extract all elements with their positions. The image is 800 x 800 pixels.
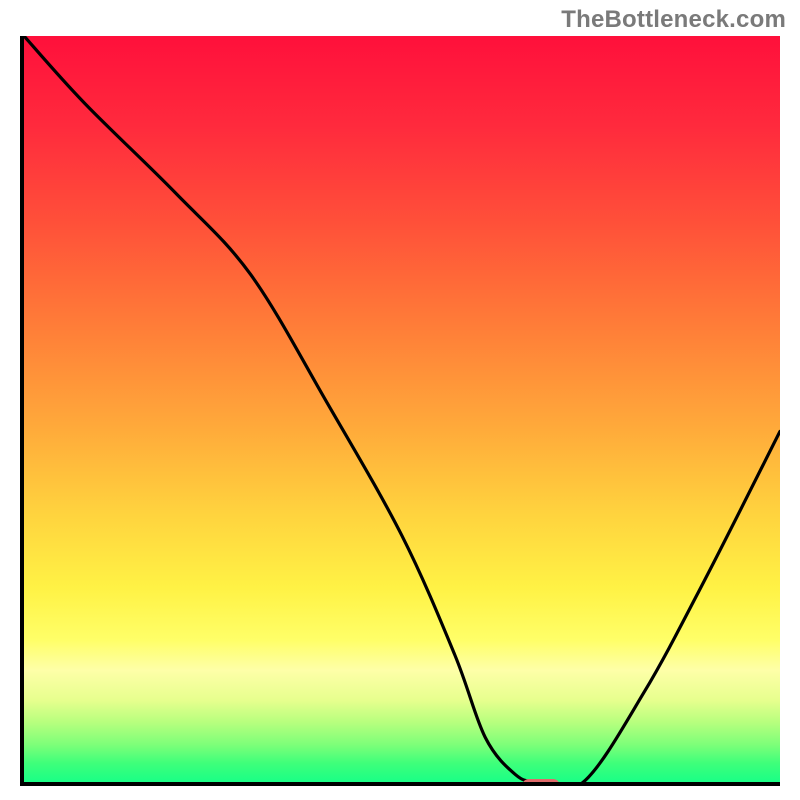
chart-container: TheBottleneck.com xyxy=(0,0,800,800)
curve-path xyxy=(24,36,780,782)
bottleneck-curve xyxy=(24,36,780,782)
optimal-marker xyxy=(522,779,560,786)
watermark-text: TheBottleneck.com xyxy=(561,6,786,34)
plot-area xyxy=(20,36,780,786)
